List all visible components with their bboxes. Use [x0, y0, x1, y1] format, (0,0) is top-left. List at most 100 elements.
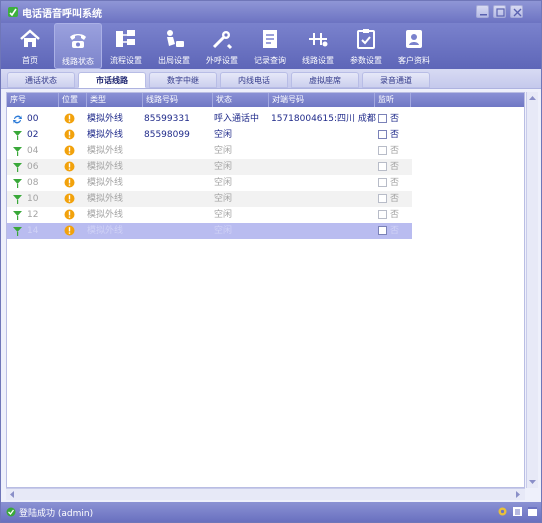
title-bar: 电话语音呼叫系统 [1, 1, 541, 23]
horizontal-scrollbar[interactable] [6, 488, 525, 500]
phone-icon [70, 34, 86, 48]
toolbar-label: 线路设置 [302, 56, 334, 65]
table-row[interactable]: 14 模拟外线 空闲 否 [7, 223, 412, 239]
tab-recording-channel[interactable]: 录音通道 [362, 72, 430, 88]
tab-local-lines[interactable]: 市话线路 [78, 72, 146, 88]
settings-icon[interactable] [497, 506, 508, 517]
warning-icon [64, 225, 75, 236]
toolbar-label: 首页 [22, 56, 38, 65]
tab-virtual-seat[interactable]: 虚拟座席 [291, 72, 359, 88]
column-header[interactable]: 线路号码 [143, 93, 213, 107]
toolbar-label: 记录查询 [254, 56, 286, 65]
cell-id: 06 [27, 162, 39, 172]
warning-icon [64, 209, 75, 220]
monitor-checkbox[interactable] [378, 210, 387, 219]
cell-status: 空闲 [214, 130, 233, 140]
cell-type: 模拟外线 [87, 162, 124, 172]
cell-type: 模拟外线 [87, 178, 124, 188]
app-window: 电话语音呼叫系统 首页 线路状态 流程设置 出局设置 外呼设置 记录查询 线路设… [0, 0, 542, 523]
main-toolbar: 首页 线路状态 流程设置 出局设置 外呼设置 记录查询 线路设置 参数设置 客户… [1, 23, 541, 69]
tab-internal-phone[interactable]: 内线电话 [220, 72, 288, 88]
monitor-checkbox[interactable] [378, 162, 387, 171]
window-title: 电话语音呼叫系统 [22, 9, 102, 20]
monitor-checkbox[interactable] [378, 178, 387, 187]
warning-icon [64, 113, 75, 124]
vertical-scrollbar[interactable] [526, 92, 538, 488]
toolbar-label: 客户资料 [398, 56, 430, 65]
scroll-up-icon[interactable] [527, 93, 538, 103]
tab-digital-trunk[interactable]: 数字中继 [149, 72, 217, 88]
table-row[interactable]: 06 模拟外线 空闲 否 [7, 159, 412, 175]
toolbar-record-query[interactable]: 记录查询 [246, 23, 294, 69]
signal-icon [13, 211, 22, 220]
cell-status: 呼入通话中 [214, 114, 260, 124]
cell-monitor: 否 [390, 114, 400, 124]
cell-id: 04 [27, 146, 39, 156]
warning-icon [64, 145, 75, 156]
cell-type: 模拟外线 [87, 226, 124, 236]
tab-call-status[interactable]: 通话状态 [7, 72, 75, 88]
table-header: 序号 位置 类型 线路号码 状态 对端号码 监听 [7, 93, 524, 107]
line-icon [309, 33, 328, 47]
warning-icon [64, 193, 75, 204]
warning-icon [64, 177, 75, 188]
toolbar-outcall-settings[interactable]: 外呼设置 [198, 23, 246, 69]
cell-id: 00 [27, 114, 39, 124]
cell-type: 模拟外线 [87, 146, 124, 156]
cell-monitor: 否 [390, 194, 400, 204]
list-icon[interactable] [512, 506, 523, 517]
table-row[interactable]: 10 模拟外线 空闲 否 [7, 191, 412, 207]
monitor-checkbox[interactable] [378, 130, 387, 139]
toolbar-outbound-settings[interactable]: 出局设置 [150, 23, 198, 69]
toolbar-customer-info[interactable]: 客户资料 [390, 23, 438, 69]
tools-icon [212, 31, 233, 50]
cell-status: 空闲 [214, 146, 233, 156]
column-header[interactable]: 位置 [59, 93, 87, 107]
minimize-button[interactable] [476, 5, 489, 18]
monitor-checkbox[interactable] [378, 226, 387, 235]
close-button[interactable] [510, 5, 523, 18]
column-header[interactable]: 对端号码 [269, 93, 375, 107]
monitor-checkbox[interactable] [378, 146, 387, 155]
signal-icon [13, 147, 22, 156]
warning-icon [64, 161, 75, 172]
toolbar-line-status[interactable]: 线路状态 [54, 23, 102, 69]
signal-icon [13, 131, 22, 140]
table-row[interactable]: 00 模拟外线 85599331 呼入通话中 15718004615:四川 成都 否 [7, 111, 412, 127]
signal-icon [13, 227, 22, 236]
scroll-left-icon[interactable] [7, 489, 17, 499]
toolbar-label: 外呼设置 [206, 56, 238, 65]
toolbar-flow-settings[interactable]: 流程设置 [102, 23, 150, 69]
toolbar-line-settings[interactable]: 线路设置 [294, 23, 342, 69]
column-header[interactable]: 状态 [213, 93, 269, 107]
toolbar-home[interactable]: 首页 [6, 23, 54, 69]
cell-type: 模拟外线 [87, 210, 124, 220]
table-row[interactable]: 04 模拟外线 空闲 否 [7, 143, 412, 159]
toolbar-param-settings[interactable]: 参数设置 [342, 23, 390, 69]
cell-monitor: 否 [390, 210, 400, 220]
column-header[interactable]: 类型 [87, 93, 143, 107]
signal-icon [13, 163, 22, 172]
maximize-button[interactable] [493, 5, 506, 18]
scroll-down-icon[interactable] [527, 477, 538, 487]
cell-id: 12 [27, 210, 39, 220]
status-ok-icon [6, 507, 16, 517]
table-row[interactable]: 08 模拟外线 空闲 否 [7, 175, 412, 191]
column-header[interactable]: 监听 [375, 93, 411, 107]
cell-type: 模拟外线 [87, 194, 124, 204]
window-icon[interactable] [527, 506, 538, 517]
warning-icon [64, 129, 75, 140]
table-row[interactable]: 12 模拟外线 空闲 否 [7, 207, 412, 223]
cell-status: 空闲 [214, 194, 233, 204]
cell-type: 模拟外线 [87, 130, 124, 140]
table-row[interactable]: 02 模拟外线 85598099 空闲 否 [7, 127, 412, 143]
status-text: 登陆成功 (admin) [19, 509, 94, 519]
cell-peer: 15718004615:四川 成都 [271, 114, 376, 124]
monitor-checkbox[interactable] [378, 114, 387, 123]
scroll-right-icon[interactable] [513, 489, 523, 499]
cell-number: 85599331 [144, 114, 190, 124]
toolbar-label: 线路状态 [62, 57, 94, 66]
monitor-checkbox[interactable] [378, 194, 387, 203]
cell-type: 模拟外线 [87, 114, 124, 124]
column-header[interactable]: 序号 [7, 93, 59, 107]
